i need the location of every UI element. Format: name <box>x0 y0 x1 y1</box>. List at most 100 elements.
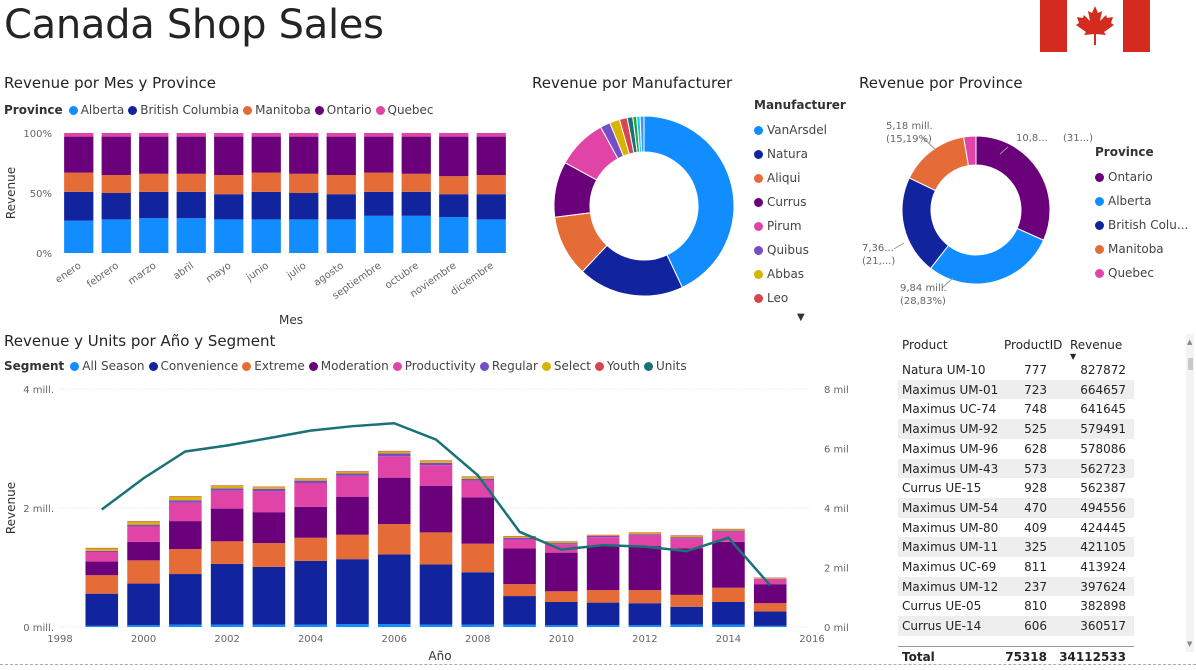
bar-segment[interactable] <box>326 175 356 195</box>
bar-segment[interactable] <box>503 539 536 549</box>
bar-segment[interactable] <box>586 545 620 591</box>
bar-segment[interactable] <box>289 219 319 253</box>
bar-segment[interactable] <box>210 563 244 625</box>
bar-segment[interactable] <box>176 191 206 219</box>
legend-item[interactable]: British Columbia <box>128 103 239 117</box>
bar-segment[interactable] <box>461 497 495 544</box>
bar-segment[interactable] <box>127 521 160 522</box>
legend-item[interactable]: Units <box>643 359 687 373</box>
bar-segment[interactable] <box>439 176 469 195</box>
table-row[interactable]: Currus UE-14 606 360517 <box>898 616 1134 636</box>
bar-segment[interactable] <box>101 175 131 193</box>
bar-segment[interactable] <box>85 548 119 551</box>
bar-segment[interactable] <box>670 537 703 539</box>
bar-segment[interactable] <box>712 587 745 603</box>
bar-segment[interactable] <box>251 133 281 137</box>
legend-item[interactable]: British Colu... <box>1095 213 1188 237</box>
scroll-up-icon[interactable]: ▲ <box>1187 338 1192 346</box>
bar-segment[interactable] <box>545 541 578 544</box>
bar-segment[interactable] <box>670 548 703 595</box>
chart-revenue-province[interactable]: 10,8... (31...) 9,84 mill. (28,83%) 7,36... (… <box>850 110 1095 315</box>
table-row[interactable]: Natura UM-10 777 827872 <box>898 360 1134 380</box>
bar-segment[interactable] <box>294 478 327 479</box>
bar-segment[interactable] <box>628 603 662 626</box>
legend-item[interactable]: Regular <box>479 359 538 373</box>
bar-segment[interactable] <box>419 462 453 466</box>
legend-item[interactable]: Ontario <box>314 103 372 117</box>
bar-segment[interactable] <box>670 535 703 536</box>
bar-segment[interactable] <box>210 488 244 491</box>
bar-segment[interactable] <box>176 218 206 253</box>
bar-segment[interactable] <box>294 480 327 484</box>
bar-segment[interactable] <box>439 136 469 177</box>
bar-segment[interactable] <box>628 546 662 591</box>
bar-segment[interactable] <box>401 191 431 216</box>
bar-segment[interactable] <box>628 535 662 547</box>
bar-segment[interactable] <box>210 490 244 509</box>
legend-item[interactable]: VanArsdel <box>754 118 846 142</box>
legend-item[interactable]: All Season <box>70 359 145 373</box>
bar-segment[interactable] <box>169 521 202 550</box>
bar-segment[interactable] <box>476 175 506 195</box>
bar-segment[interactable] <box>101 193 131 220</box>
legend-item[interactable]: Manitoba <box>1095 237 1188 261</box>
bar-segment[interactable] <box>214 219 244 253</box>
bar-segment[interactable] <box>545 591 578 603</box>
column-header-product[interactable]: Product <box>902 338 948 352</box>
chart-revenue-manufacturer[interactable] <box>545 112 735 312</box>
bar-segment[interactable] <box>670 624 703 627</box>
bar-segment[interactable] <box>127 560 160 584</box>
bar-segment[interactable] <box>127 526 160 542</box>
bar-segment[interactable] <box>252 486 286 488</box>
bar-segment[interactable] <box>139 173 169 192</box>
table-row[interactable]: Maximus UM-43 573 562723 <box>898 458 1134 479</box>
bar-segment[interactable] <box>139 133 169 137</box>
bar-segment[interactable] <box>670 594 703 607</box>
bar-segment[interactable] <box>101 136 131 175</box>
bar-segment[interactable] <box>419 532 453 565</box>
bar-segment[interactable] <box>401 136 431 174</box>
donut-slice[interactable] <box>975 135 1051 241</box>
table-scroll-thumb[interactable] <box>1188 358 1193 370</box>
bar-segment[interactable] <box>364 172 394 192</box>
chart-revenue-mes-province[interactable]: 100% 50% 0% Revenue enero febrero marzo abril ma… <box>0 120 520 335</box>
bar-segment[interactable] <box>419 465 453 486</box>
legend-item[interactable]: Alberta <box>1095 189 1188 213</box>
legend-item[interactable]: Productivity <box>392 359 476 373</box>
bar-segment[interactable] <box>364 133 394 137</box>
bar-segment[interactable] <box>476 136 506 175</box>
bar-segment[interactable] <box>294 506 327 538</box>
legend-item[interactable]: Alberta <box>68 103 124 117</box>
bar-segment[interactable] <box>289 133 319 137</box>
legend-item[interactable]: Quibus <box>754 238 846 262</box>
bar-segment[interactable] <box>210 485 244 486</box>
bar-segment[interactable] <box>252 543 286 567</box>
table-row[interactable]: Maximus UM-11 325 421105 <box>898 537 1134 557</box>
bar-segment[interactable] <box>214 194 244 220</box>
table-scrollbar[interactable] <box>1186 334 1194 652</box>
bar-segment[interactable] <box>753 625 787 627</box>
bar-segment[interactable] <box>419 485 453 533</box>
bar-segment[interactable] <box>127 524 160 527</box>
bar-segment[interactable] <box>252 624 286 627</box>
bar-segment[interactable] <box>294 537 327 561</box>
bar-segment[interactable] <box>586 625 620 627</box>
bar-segment[interactable] <box>628 590 662 604</box>
bar-segment[interactable] <box>85 561 119 576</box>
bar-segment[interactable] <box>364 215 394 253</box>
bar-segment[interactable] <box>85 552 119 562</box>
bar-segment[interactable] <box>586 535 620 536</box>
legend-item[interactable]: Leo <box>754 286 846 310</box>
bar-segment[interactable] <box>336 471 369 474</box>
bar-segment[interactable] <box>210 624 244 627</box>
bar-segment[interactable] <box>251 191 281 220</box>
bar-segment[interactable] <box>169 624 202 627</box>
bar-segment[interactable] <box>712 541 745 588</box>
bar-segment[interactable] <box>586 535 620 538</box>
bar-segment[interactable] <box>139 136 169 174</box>
bar-segment[interactable] <box>252 512 286 544</box>
bar-segment[interactable] <box>439 217 469 253</box>
table-row[interactable]: Maximus UC-69 811 413924 <box>898 557 1134 577</box>
bar-segment[interactable] <box>252 566 286 625</box>
bar-segment[interactable] <box>753 577 787 579</box>
